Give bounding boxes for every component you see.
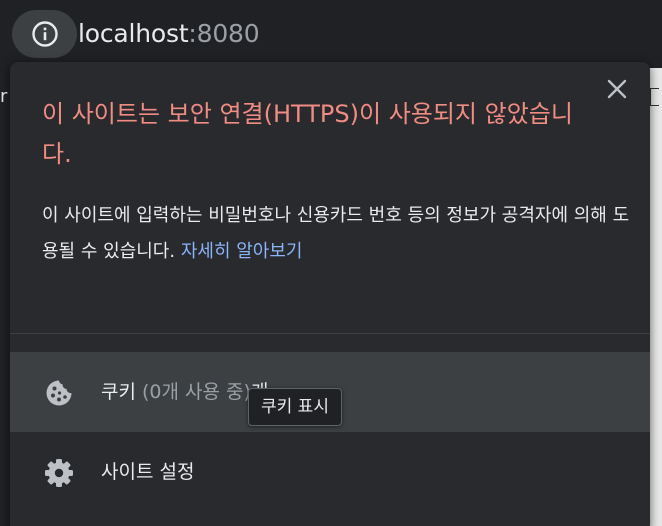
- url-host: localhost: [78, 19, 189, 48]
- cookies-title: 쿠키: [101, 381, 136, 403]
- divider: [10, 333, 650, 334]
- page-edge-glyph: [650, 88, 659, 106]
- url-port: :8080: [188, 19, 260, 48]
- site-settings-row[interactable]: 사이트 설정: [10, 432, 650, 512]
- description-text: 이 사이트에 입력하는 비밀번호나 신용카드 번호 등의 정보가 공격자에 의해…: [42, 205, 630, 262]
- close-button[interactable]: [602, 76, 632, 106]
- site-settings-label: 사이트 설정: [101, 461, 195, 483]
- cookie-icon: [42, 376, 76, 410]
- site-info-button[interactable]: [12, 10, 77, 58]
- browser-window: localhost:8080 r 이 사이트는 보안 연결(HTTPS)이 사용…: [0, 0, 662, 526]
- url-text[interactable]: localhost:8080: [78, 14, 260, 54]
- page-edge-left: r: [0, 86, 8, 107]
- cookies-count: (0개 사용 중): [142, 381, 251, 403]
- cookies-label: 쿠키 (0개 사용 중)개: [101, 352, 268, 432]
- info-icon: [31, 20, 59, 48]
- gear-icon: [42, 456, 76, 490]
- page-edge-right: [648, 68, 662, 526]
- omnibox: localhost:8080: [0, 0, 662, 68]
- close-icon: [607, 79, 627, 103]
- learn-more-link[interactable]: 자세히 알아보기: [181, 241, 303, 262]
- page-info-bubble: 이 사이트는 보안 연결(HTTPS)이 사용되지 않았습니다. 이 사이트에 …: [10, 62, 650, 526]
- cookies-tooltip: 쿠키 표시: [248, 388, 342, 426]
- security-warning-title: 이 사이트는 보안 연결(HTTPS)이 사용되지 않았습니다.: [42, 100, 573, 168]
- security-warning-description: 이 사이트에 입력하는 비밀번호나 신용카드 번호 등의 정보가 공격자에 의해…: [42, 198, 632, 270]
